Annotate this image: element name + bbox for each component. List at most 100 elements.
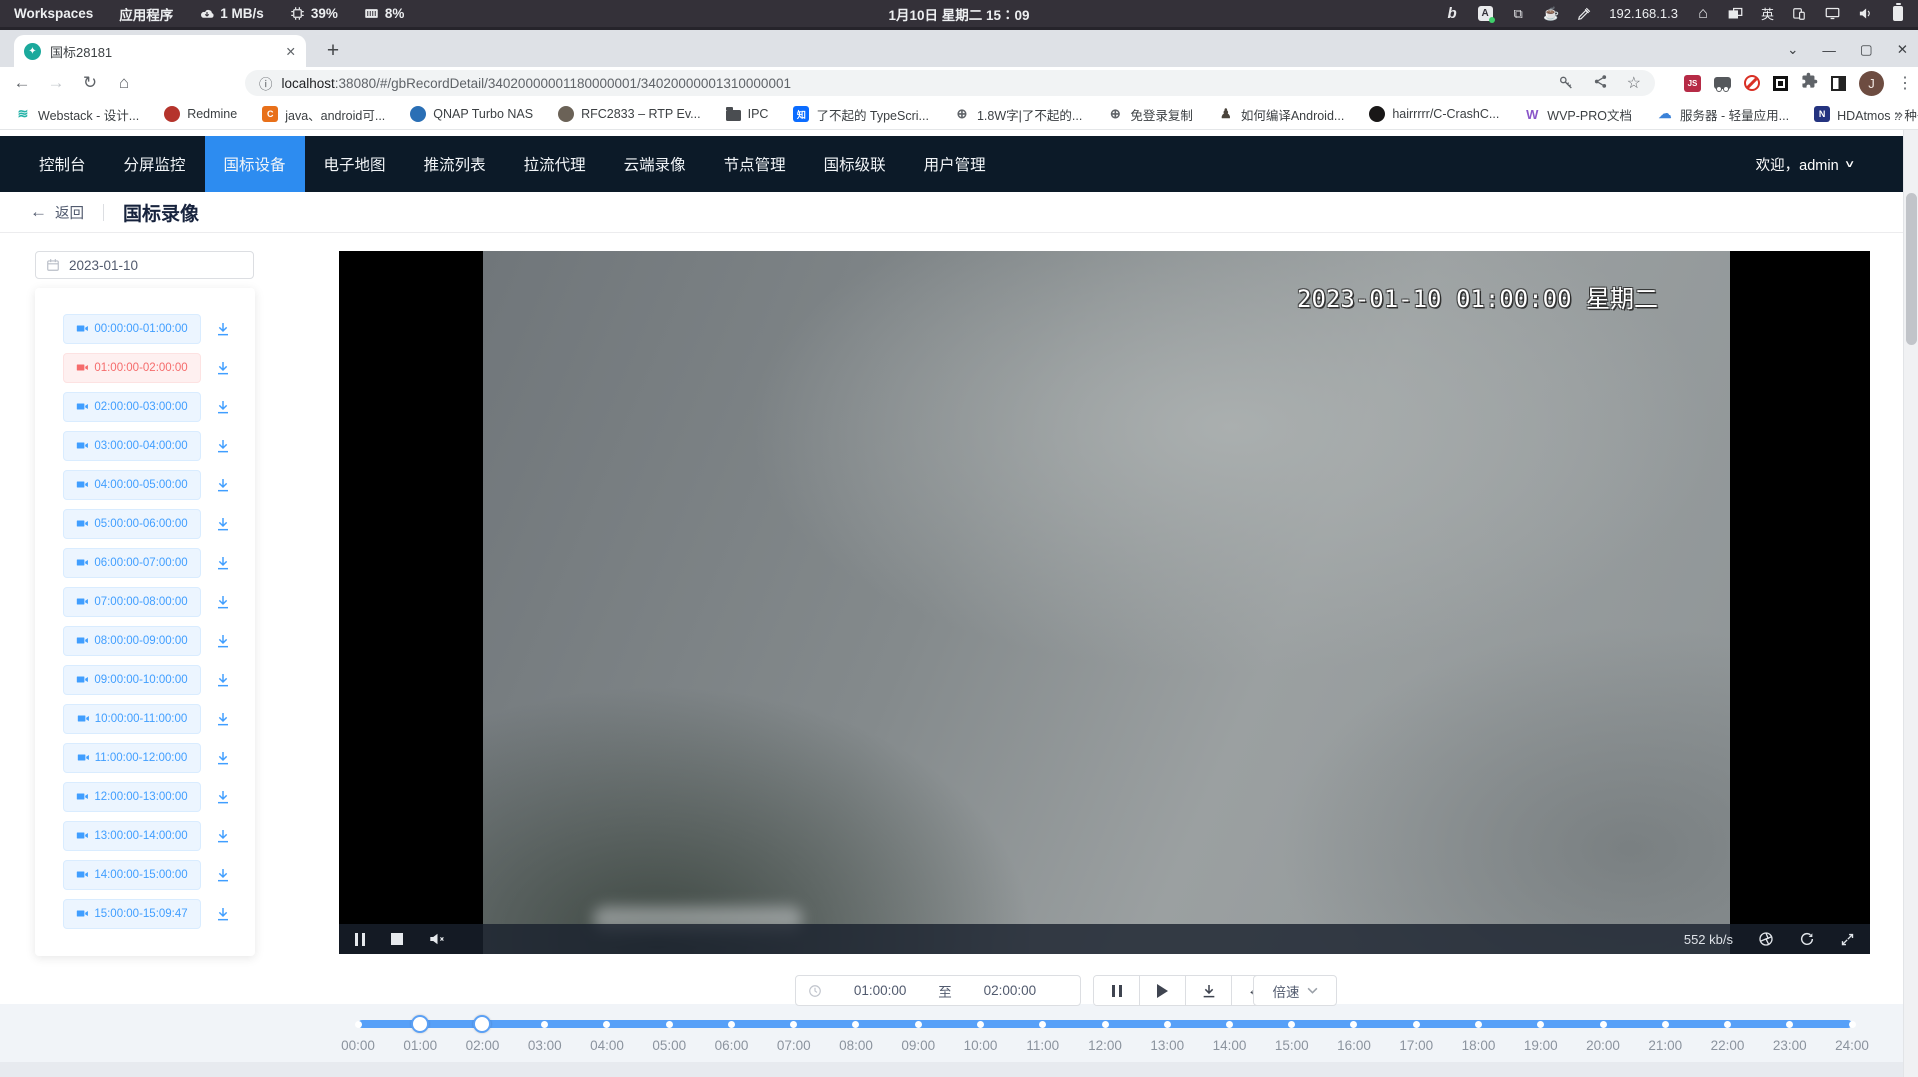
fullscreen-icon[interactable]	[1840, 932, 1855, 947]
bookmark-item[interactable]: Cjava、android可...	[262, 105, 385, 124]
segment-download-button[interactable]	[215, 594, 231, 610]
segment-download-button[interactable]	[215, 360, 231, 376]
navbar-tab[interactable]: 电子地图	[305, 136, 405, 192]
speed-dropdown[interactable]: 倍速	[1253, 975, 1337, 1006]
navbar-tab[interactable]: 云端录像	[605, 136, 705, 192]
record-segment-button[interactable]: 00:00:00-01:00:00	[63, 314, 201, 344]
input-method-indicator[interactable]: 英	[1761, 4, 1774, 23]
site-info-icon[interactable]: ⓘ	[259, 73, 273, 93]
time-range-input[interactable]: 01:00:00 至 02:00:00	[795, 975, 1081, 1006]
window-minimize-button[interactable]: —	[1822, 43, 1836, 58]
record-segment-button[interactable]: 01:00:00-02:00:00	[63, 353, 201, 383]
scrollbar-track[interactable]	[1903, 130, 1918, 1077]
password-key-icon[interactable]	[1558, 74, 1574, 93]
volume-tray-icon[interactable]	[1857, 5, 1873, 23]
navbar-tab[interactable]: 国标级联	[805, 136, 905, 192]
record-segment-button[interactable]: 10:00:00-11:00:00	[63, 704, 201, 734]
download-button[interactable]	[1186, 976, 1232, 1005]
window-maximize-button[interactable]: ▢	[1860, 42, 1873, 58]
pause-button[interactable]	[1094, 976, 1140, 1005]
contrast-extension-icon[interactable]	[1831, 76, 1846, 91]
bookmarks-overflow-icon[interactable]: »	[1895, 106, 1903, 123]
clipboard-tray-icon[interactable]: ⧉	[1510, 5, 1526, 23]
address-bar[interactable]: ⓘ localhost:38080/#/gbRecordDetail/34020…	[245, 70, 1655, 96]
record-segment-button[interactable]: 12:00:00-13:00:00	[63, 782, 201, 812]
navbar-tab[interactable]: 拉流代理	[505, 136, 605, 192]
segment-download-button[interactable]	[215, 789, 231, 805]
record-segment-button[interactable]: 08:00:00-09:00:00	[63, 626, 201, 656]
bookmark-item[interactable]: IPC	[726, 107, 769, 121]
record-segment-button[interactable]: 05:00:00-06:00:00	[63, 509, 201, 539]
bookmark-item[interactable]: WWVP-PRO文档	[1524, 105, 1632, 124]
js-extension-icon[interactable]: JS	[1684, 75, 1701, 92]
ip-address-indicator[interactable]: 192.168.1.3	[1609, 6, 1678, 21]
start-time-value[interactable]: 01:00:00	[822, 983, 938, 998]
tab-search-icon[interactable]: ⌄	[1787, 42, 1798, 58]
browser-menu-icon[interactable]: ⋮	[1897, 73, 1913, 93]
bookmark-item[interactable]: QNAP Turbo NAS	[410, 106, 533, 122]
new-tab-button[interactable]: +	[318, 37, 348, 65]
segment-download-button[interactable]	[215, 477, 231, 493]
navbar-tab[interactable]: 节点管理	[705, 136, 805, 192]
record-segment-button[interactable]: 07:00:00-08:00:00	[63, 587, 201, 617]
b-app-tray-icon[interactable]: b	[1444, 5, 1460, 23]
applications-menu-button[interactable]: 应用程序	[119, 4, 173, 24]
profile-avatar[interactable]: J	[1859, 71, 1884, 96]
bookmark-item[interactable]: ⊕免登录复制	[1107, 105, 1193, 124]
workspaces-button[interactable]: Workspaces	[14, 6, 93, 21]
segment-download-button[interactable]	[215, 633, 231, 649]
system-clock[interactable]: 1月10日 星期二 15∶09	[888, 0, 1029, 27]
kdeconnect-tray-icon[interactable]	[1791, 5, 1807, 23]
volume-muted-icon[interactable]	[429, 932, 446, 946]
record-segment-button[interactable]: 15:00:00-15:09:47	[63, 899, 201, 929]
segment-download-button[interactable]	[215, 867, 231, 883]
bookmark-item[interactable]: ⊕1.8W字|了不起的...	[954, 105, 1082, 124]
bookmark-item[interactable]: Redmine	[164, 106, 237, 122]
browser-tab[interactable]: ✦ 国标28181 ✕	[14, 35, 306, 67]
segment-download-button[interactable]	[215, 906, 231, 922]
display-tray-icon[interactable]	[1824, 5, 1840, 23]
bookmark-item[interactable]: RFC2833 – RTP Ev...	[558, 106, 701, 122]
record-segment-button[interactable]: 02:00:00-03:00:00	[63, 392, 201, 422]
segment-download-button[interactable]	[215, 399, 231, 415]
record-segment-button[interactable]: 11:00:00-12:00:00	[63, 743, 201, 773]
segment-download-button[interactable]	[215, 828, 231, 844]
blocker-extension-icon[interactable]	[1744, 75, 1760, 91]
bookmark-item[interactable]: hairrrrr/C-CrashC...	[1369, 106, 1499, 122]
record-segment-button[interactable]: 04:00:00-05:00:00	[63, 470, 201, 500]
browser-home-button[interactable]: ⌂	[110, 67, 138, 99]
scrollbar-thumb[interactable]	[1906, 193, 1917, 345]
segment-download-button[interactable]	[215, 711, 231, 727]
user-menu[interactable]: 欢迎，admin ∨	[1756, 154, 1853, 175]
navbar-tab[interactable]: 用户管理	[905, 136, 1005, 192]
date-picker-input[interactable]: 2023-01-10	[35, 251, 254, 279]
window-switcher-tray-icon[interactable]	[1728, 5, 1744, 23]
navbar-tab[interactable]: 控制台	[20, 136, 105, 192]
record-segment-button[interactable]: 09:00:00-10:00:00	[63, 665, 201, 695]
bookmark-item[interactable]: ♟如何编译Android...	[1218, 105, 1345, 124]
color-picker-tray-icon[interactable]	[1576, 5, 1592, 23]
browser-back-button[interactable]: ←	[8, 67, 36, 99]
home-tray-icon[interactable]: ⌂	[1695, 5, 1711, 23]
caffeine-tray-icon[interactable]: ☕	[1543, 5, 1559, 23]
timeline-handle[interactable]	[411, 1015, 429, 1033]
navbar-tab[interactable]: 国标设备	[205, 136, 305, 192]
navbar-tab[interactable]: 推流列表	[405, 136, 505, 192]
timeline-handle[interactable]	[473, 1015, 491, 1033]
screenshot-app-tray-icon[interactable]: A	[1477, 5, 1493, 23]
browser-forward-button[interactable]: →	[42, 67, 70, 99]
tab-close-icon[interactable]: ✕	[286, 44, 296, 59]
record-segment-button[interactable]: 03:00:00-04:00:00	[63, 431, 201, 461]
extensions-puzzle-icon[interactable]	[1801, 72, 1818, 94]
back-button[interactable]: ← 返回	[30, 202, 84, 223]
segment-download-button[interactable]	[215, 438, 231, 454]
battery-tray-icon[interactable]	[1890, 5, 1906, 23]
bookmark-item[interactable]: ≋Webstack - 设计...	[15, 105, 139, 124]
window-close-button[interactable]: ✕	[1897, 42, 1908, 58]
end-time-value[interactable]: 02:00:00	[952, 983, 1068, 998]
segment-download-button[interactable]	[215, 516, 231, 532]
player-stop-icon[interactable]	[391, 933, 403, 945]
record-segment-button[interactable]: 13:00:00-14:00:00	[63, 821, 201, 851]
bookmark-item[interactable]: ☁服务器 - 轻量应用...	[1657, 105, 1789, 124]
refresh-icon[interactable]	[1799, 931, 1815, 947]
